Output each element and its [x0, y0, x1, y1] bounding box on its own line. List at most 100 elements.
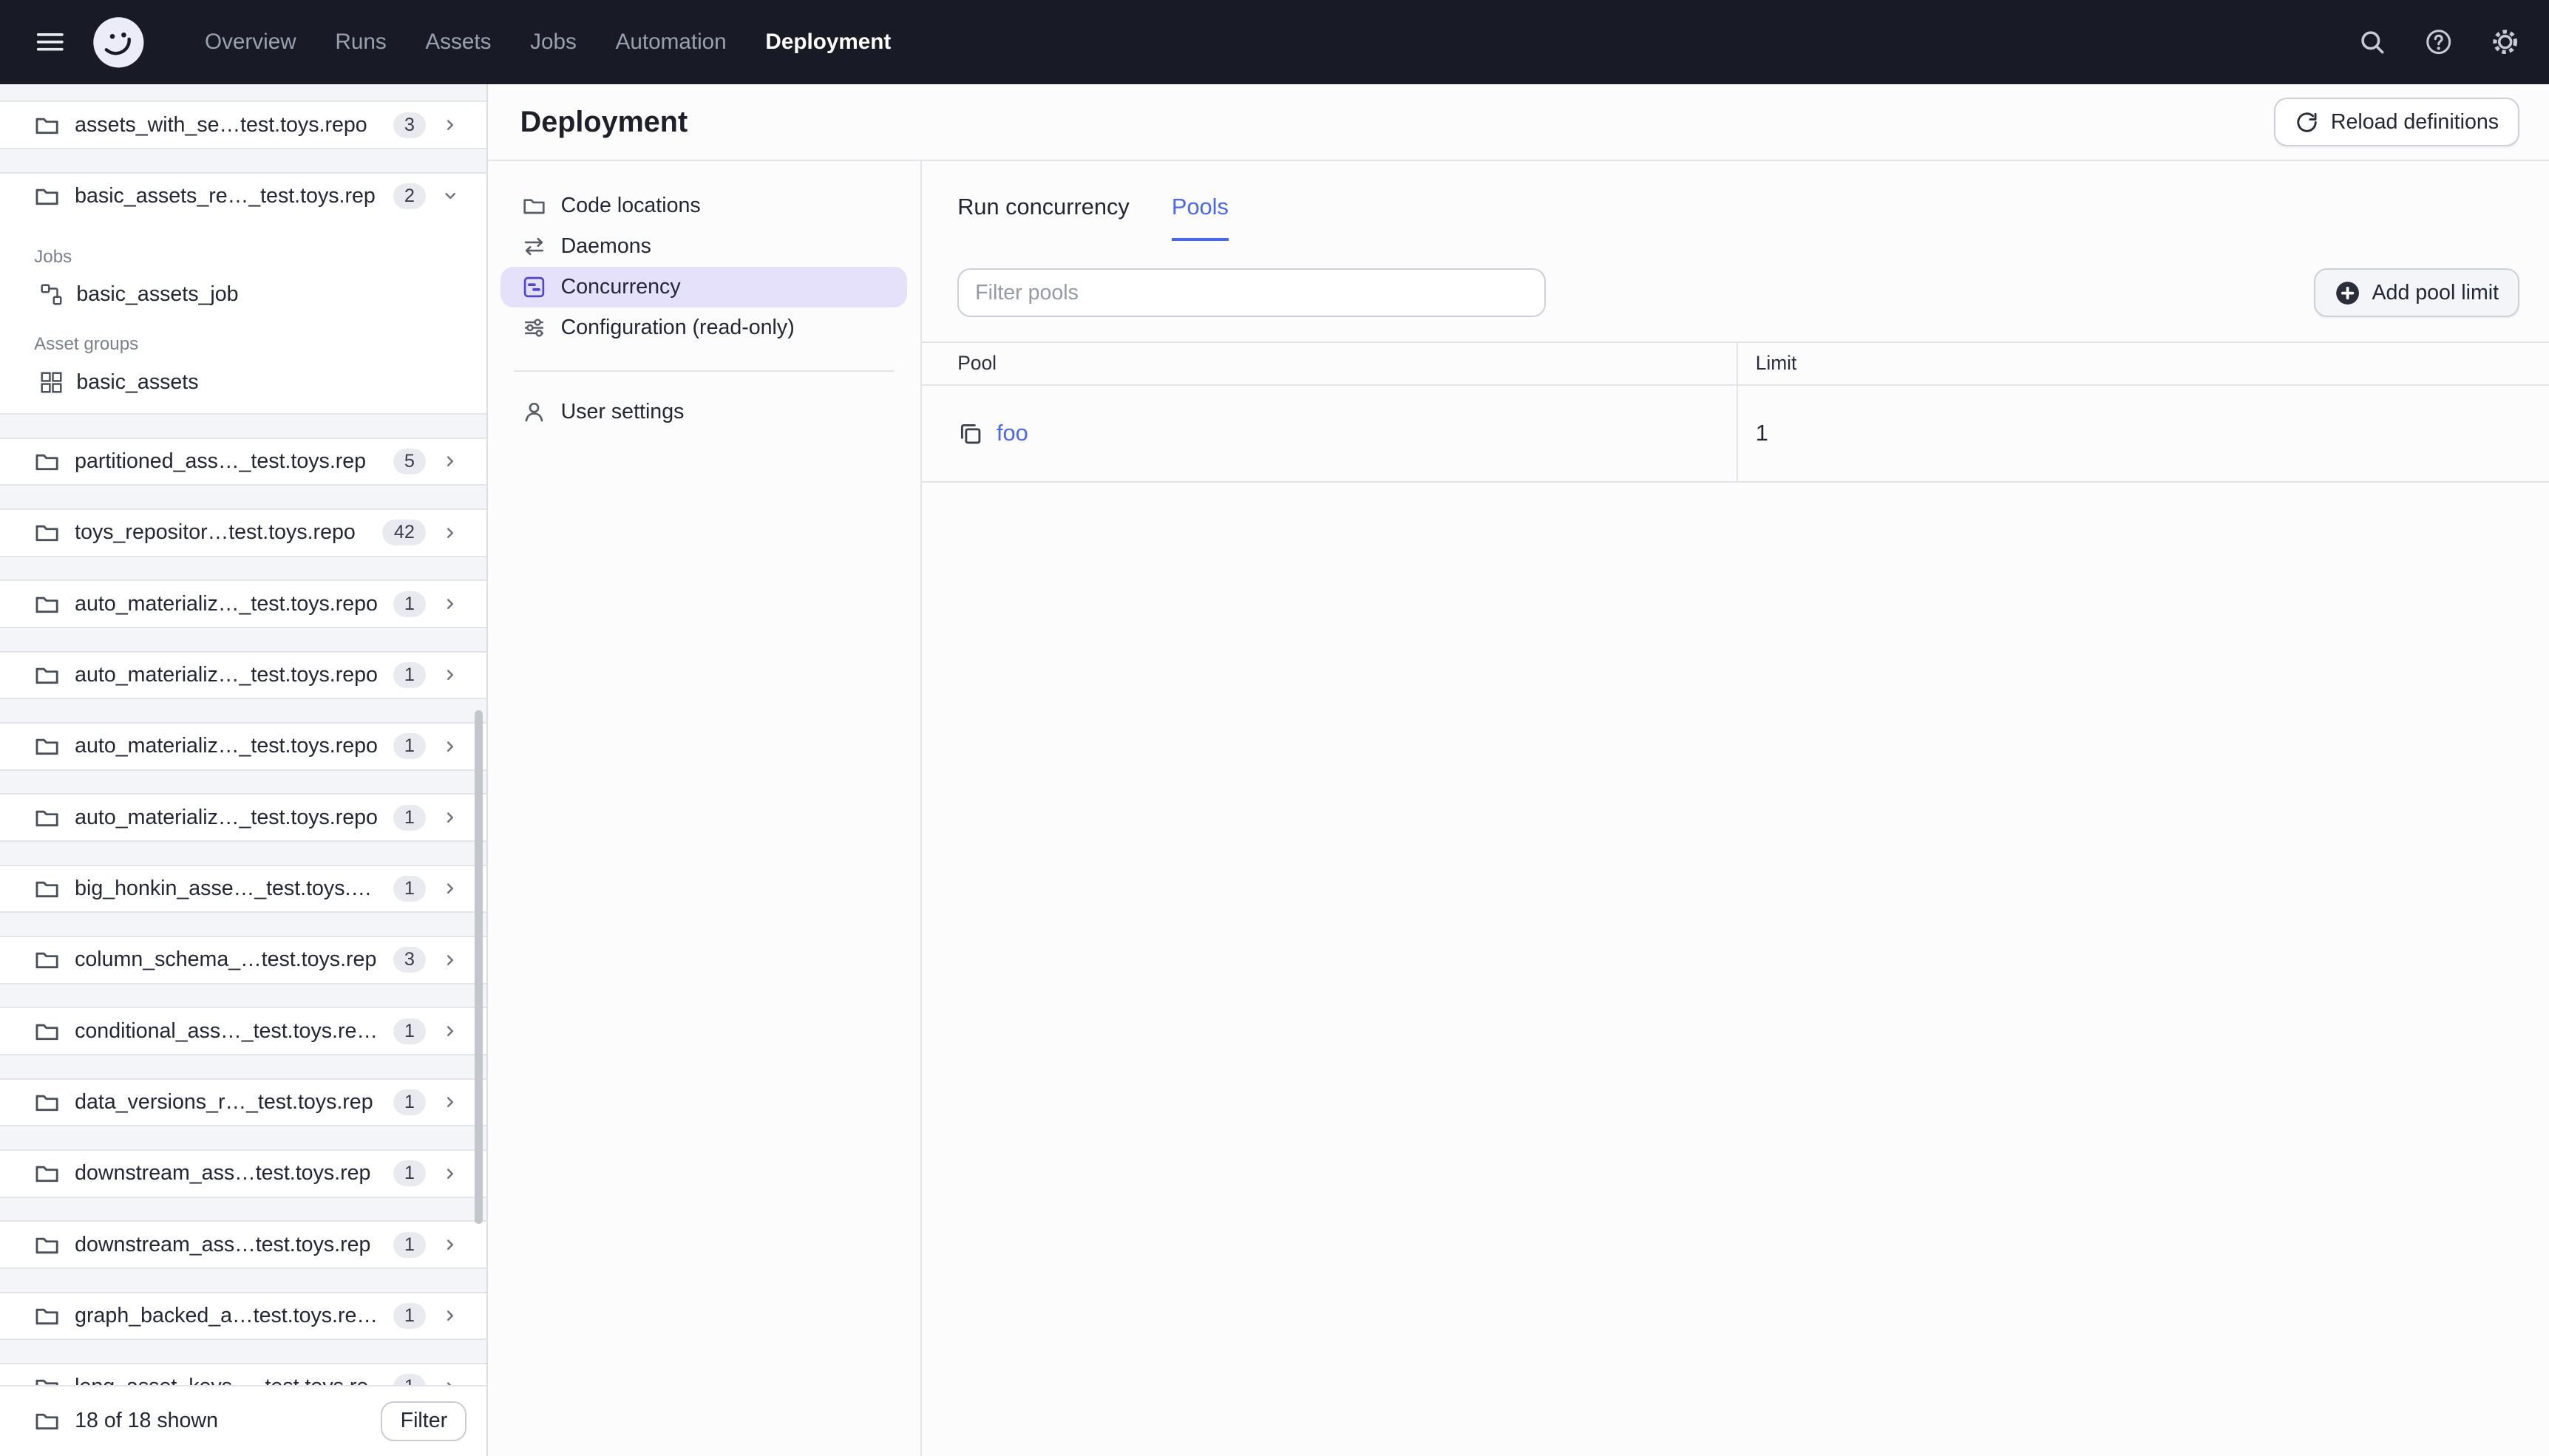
subnav-item-code-locations[interactable]: Code locations — [500, 186, 907, 226]
asset-group-item[interactable]: basic_assets — [0, 361, 486, 404]
subnav-item-concurrency[interactable]: Concurrency — [500, 266, 908, 307]
add-pool-limit-button[interactable]: Add pool limit — [2313, 268, 2520, 318]
subnav-label: Code locations — [560, 193, 701, 217]
daemons-icon — [522, 234, 546, 259]
deployment-subnav: Code locations Daemons Concurrency Confi… — [488, 160, 922, 1456]
folder-icon — [34, 1232, 60, 1258]
code-location-row[interactable]: column_schema_…test.toys.rep 3 — [0, 937, 486, 983]
subnav-item-configuration[interactable]: Configuration (read-only) — [500, 307, 907, 348]
asset-groups-label: Asset groups — [34, 333, 139, 354]
code-location-contents: Jobs basic_assets_job Asset groups basic… — [0, 219, 486, 413]
chevron-right-icon — [441, 1235, 460, 1254]
folder-icon — [34, 1160, 60, 1186]
reload-definitions-button[interactable]: Reload definitions — [2274, 98, 2520, 146]
pool-link-foo[interactable]: foo — [997, 420, 1028, 446]
nav-item-overview[interactable]: Overview — [191, 0, 309, 84]
jobs-group-label: Jobs — [34, 246, 72, 267]
dagster-logo-icon[interactable] — [91, 15, 146, 70]
job-name: basic_assets_job — [76, 282, 239, 307]
chevron-right-icon — [441, 950, 460, 970]
code-location-name: toys_repositor…test.toys.repo — [75, 520, 356, 545]
code-location-row[interactable]: conditional_ass…_test.toys.repo 1 — [0, 1008, 486, 1054]
pools-table-header: Pool Limit — [921, 341, 2549, 386]
count-badge: 1 — [393, 1160, 427, 1187]
job-icon — [39, 282, 64, 307]
pools-table: Pool Limit foo 1 — [921, 341, 2549, 483]
code-location-row[interactable]: downstream_ass…test.toys.rep 1 — [0, 1151, 486, 1197]
help-button[interactable] — [2424, 27, 2454, 57]
nav-item-jobs[interactable]: Jobs — [517, 0, 590, 84]
count-badge: 1 — [393, 1302, 427, 1330]
code-location-card: conditional_ass…_test.toys.repo 1 — [0, 1007, 486, 1055]
code-location-row[interactable]: graph_backed_a…test.toys.repo 1 — [0, 1293, 486, 1339]
chevron-right-icon — [441, 1092, 460, 1112]
code-location-row[interactable]: assets_with_se…test.toys.repo 3 — [0, 102, 486, 148]
folder-icon — [34, 1303, 60, 1329]
nav-item-runs[interactable]: Runs — [322, 0, 399, 84]
code-location-row[interactable]: big_honkin_asse…_test.toys.rep 1 — [0, 866, 486, 912]
code-location-row[interactable]: toys_repositor…test.toys.repo 42 — [0, 510, 486, 556]
chevron-right-icon — [441, 1021, 460, 1041]
filter-pools-input[interactable] — [957, 268, 1547, 318]
reload-definitions-label: Reload definitions — [2330, 109, 2499, 134]
column-header-limit: Limit — [1736, 343, 2549, 384]
sidebar-scrollbar[interactable] — [475, 710, 483, 1224]
count-badge: 5 — [393, 448, 427, 475]
folder-icon — [34, 1089, 60, 1115]
code-location-card-expanded: basic_assets_re…_test.toys.rep 2 Jobs ba… — [0, 171, 486, 415]
code-location-row[interactable]: auto_materializ…_test.toys.repo 1 — [0, 795, 486, 840]
folder-icon — [34, 591, 60, 617]
code-location-card: partitioned_ass…_test.toys.rep 5 — [0, 437, 486, 486]
settings-button[interactable] — [2491, 27, 2520, 57]
count-badge: 1 — [393, 1231, 427, 1258]
code-location-row[interactable]: auto_materializ…_test.toys.repo 1 — [0, 581, 486, 627]
code-location-name: downstream_ass…test.toys.rep — [75, 1161, 371, 1185]
search-icon — [2358, 28, 2386, 55]
menu-button[interactable] — [30, 21, 72, 64]
subnav-divider — [513, 370, 895, 372]
main-area: Deployment Reload definitions Code locat… — [487, 84, 2549, 1456]
page-header: Deployment Reload definitions — [487, 84, 2549, 161]
folder-icon — [34, 183, 60, 209]
folder-icon — [34, 449, 60, 474]
code-location-row[interactable]: basic_assets_re…_test.toys.rep 2 — [0, 174, 486, 220]
code-location-name: auto_materializ…_test.toys.repo — [75, 591, 378, 616]
count-badge: 1 — [393, 661, 427, 689]
code-location-name: big_honkin_asse…_test.toys.rep — [75, 877, 379, 901]
tab-run-concurrency[interactable]: Run concurrency — [957, 180, 1130, 241]
nav-item-automation[interactable]: Automation — [603, 0, 739, 84]
code-location-card: toys_repositor…test.toys.repo 42 — [0, 508, 486, 557]
code-location-name: partitioned_ass…_test.toys.rep — [75, 449, 367, 473]
code-location-card: auto_materializ…_test.toys.repo 1 — [0, 650, 486, 700]
chevron-right-icon — [441, 523, 460, 542]
code-location-row[interactable]: auto_materializ…_test.toys.repo 1 — [0, 724, 486, 769]
folder-icon — [34, 876, 60, 902]
tab-pools[interactable]: Pools — [1171, 180, 1229, 241]
job-item[interactable]: basic_assets_job — [0, 273, 486, 316]
code-location-row[interactable]: partitioned_ass…_test.toys.rep 5 — [0, 439, 486, 485]
sliders-icon — [522, 316, 546, 340]
sidebar: assets_with_se…test.toys.repo 3 basic_as… — [0, 84, 488, 1456]
code-location-row[interactable]: data_versions_r…_test.toys.rep 1 — [0, 1080, 486, 1126]
code-location-card: downstream_ass…test.toys.rep 1 — [0, 1149, 486, 1198]
chevron-right-icon — [441, 452, 460, 471]
folder-icon — [34, 1018, 60, 1044]
code-location-card: downstream_ass…test.toys.rep 1 — [0, 1220, 486, 1270]
subnav-label: Concurrency — [560, 274, 681, 299]
code-location-name: auto_materializ…_test.toys.repo — [75, 662, 378, 687]
code-location-row[interactable]: auto_materializ…_test.toys.repo 1 — [0, 653, 486, 698]
nav-item-deployment[interactable]: Deployment — [753, 0, 904, 84]
code-location-card: assets_with_se…test.toys.repo 3 — [0, 101, 486, 149]
nav-item-assets[interactable]: Assets — [413, 0, 504, 84]
count-badge: 1 — [393, 1018, 427, 1044]
code-location-name: auto_materializ…_test.toys.repo — [75, 805, 378, 829]
sidebar-filter-button[interactable]: Filter — [381, 1401, 467, 1442]
code-location-card: auto_materializ…_test.toys.repo 1 — [0, 793, 486, 842]
folder-icon — [34, 112, 60, 138]
count-badge: 1 — [393, 591, 427, 617]
search-button[interactable] — [2358, 27, 2387, 57]
subnav-item-daemons[interactable]: Daemons — [500, 226, 907, 267]
chevron-right-icon — [441, 879, 460, 898]
subnav-item-user-settings[interactable]: User settings — [500, 392, 907, 432]
code-location-row[interactable]: downstream_ass…test.toys.rep 1 — [0, 1222, 486, 1268]
